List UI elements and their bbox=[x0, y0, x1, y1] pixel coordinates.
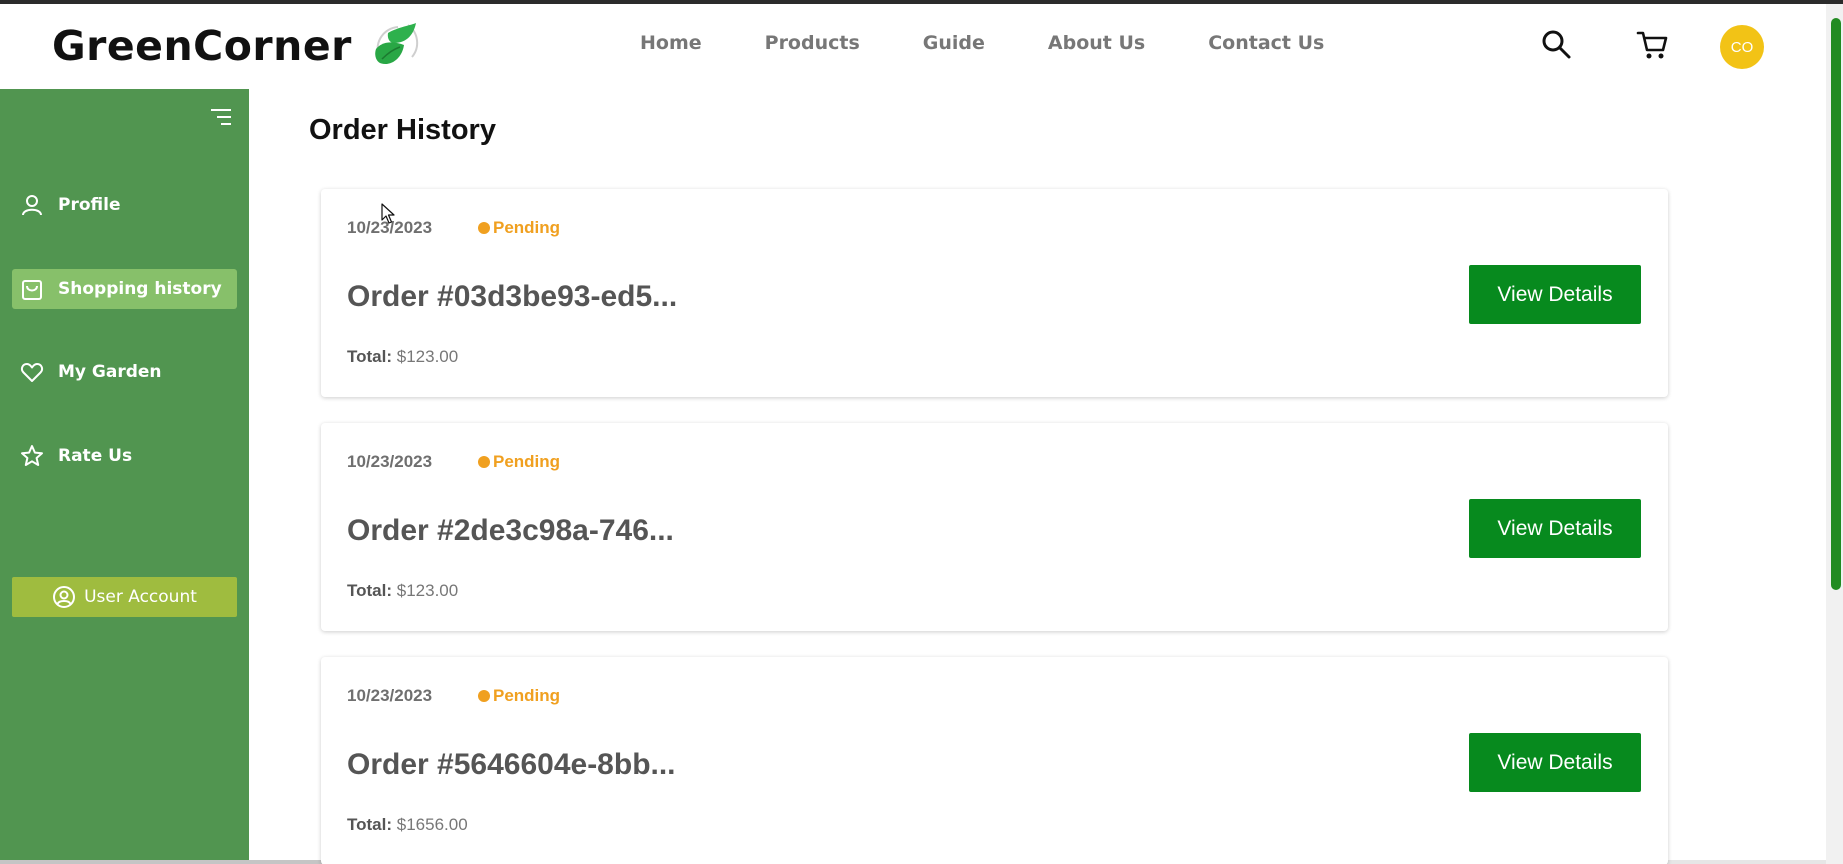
star-icon bbox=[21, 445, 43, 466]
avatar-initials: CO bbox=[1730, 38, 1754, 56]
status-dot-icon bbox=[478, 690, 490, 702]
order-date: 10/23/2023 bbox=[347, 452, 433, 471]
shopping-bag-icon bbox=[22, 280, 42, 300]
order-title: Order #2de3c98a-746... bbox=[347, 514, 674, 547]
order-title: Order #03d3be93-ed5... bbox=[347, 280, 678, 313]
status-dot-icon bbox=[478, 456, 490, 468]
status-label: Pending bbox=[493, 686, 561, 705]
order-card: 10/23/2023 Pending Order #2de3c98a-746..… bbox=[321, 423, 1668, 631]
order-total-label: Total: bbox=[347, 347, 393, 366]
order-card: 10/23/2023 Pending Order #5646604e-8bb..… bbox=[321, 657, 1668, 864]
mouse-cursor-icon bbox=[381, 203, 395, 224]
user-icon bbox=[22, 195, 42, 216]
sidebar-item-label: Rate Us bbox=[58, 446, 133, 466]
search-icon[interactable] bbox=[1540, 28, 1572, 60]
brand-name: GreenCorner bbox=[52, 22, 352, 70]
nav-link-about-us[interactable]: About Us bbox=[1048, 32, 1145, 54]
cart-icon[interactable] bbox=[1636, 28, 1670, 62]
order-total-label: Total: bbox=[347, 815, 393, 834]
hamburger-menu-icon[interactable] bbox=[209, 107, 233, 127]
status-badge: Pending bbox=[478, 452, 560, 472]
user-account-button[interactable]: User Account bbox=[12, 577, 237, 617]
order-date: 10/23/2023 bbox=[347, 686, 433, 705]
avatar[interactable]: CO bbox=[1720, 25, 1764, 69]
sidebar-item-shopping-history[interactable]: Shopping history bbox=[12, 269, 237, 309]
user-account-label: User Account bbox=[84, 587, 197, 607]
sidebar-item-profile[interactable]: Profile bbox=[12, 185, 237, 225]
sidebar-item-label: Shopping history bbox=[58, 279, 222, 299]
heart-icon bbox=[20, 363, 44, 382]
order-total-value: $123.00 bbox=[396, 581, 459, 600]
order-total-label: Total: bbox=[347, 581, 393, 600]
sidebar-item-rate-us[interactable]: Rate Us bbox=[12, 436, 237, 476]
nav-link-contact-us[interactable]: Contact Us bbox=[1208, 32, 1324, 54]
page-title: Order History bbox=[309, 114, 496, 146]
order-total-value: $123.00 bbox=[396, 347, 459, 366]
order-total: Total: $123.00 bbox=[347, 347, 458, 367]
status-label: Pending bbox=[493, 452, 561, 471]
order-total-value: $1656.00 bbox=[396, 815, 468, 834]
user-circle-icon bbox=[53, 586, 76, 608]
view-details-button[interactable]: View Details bbox=[1469, 499, 1641, 558]
nav-link-products[interactable]: Products bbox=[765, 32, 860, 54]
order-total: Total: $1656.00 bbox=[347, 815, 468, 835]
sidebar-item-my-garden[interactable]: My Garden bbox=[12, 352, 237, 392]
order-card: 10/23/2023 Pending Order #03d3be93-ed5..… bbox=[321, 189, 1668, 397]
order-total: Total: $123.00 bbox=[347, 581, 458, 601]
status-label: Pending bbox=[493, 218, 561, 237]
main-nav: Home Products Guide About Us Contact Us bbox=[640, 32, 1387, 54]
sidebar-item-label: My Garden bbox=[58, 362, 162, 382]
sidebar: Profile Shopping history My Garden Rate … bbox=[0, 89, 249, 860]
brand[interactable]: GreenCorner bbox=[52, 16, 422, 76]
vertical-scrollbar-thumb[interactable] bbox=[1831, 18, 1841, 590]
view-details-button[interactable]: View Details bbox=[1469, 265, 1641, 324]
view-details-button[interactable]: View Details bbox=[1469, 733, 1641, 792]
status-dot-icon bbox=[478, 222, 490, 234]
status-badge: Pending bbox=[478, 218, 560, 238]
main-content: Order History 10/23/2023 Pending Order #… bbox=[249, 89, 1826, 864]
nav-link-guide[interactable]: Guide bbox=[923, 32, 985, 54]
status-badge: Pending bbox=[478, 686, 560, 706]
nav-link-home[interactable]: Home bbox=[640, 32, 702, 54]
top-navbar: GreenCorner Home Products Guide About Us… bbox=[0, 4, 1826, 89]
leaf-logo-icon bbox=[375, 23, 419, 65]
order-title: Order #5646604e-8bb... bbox=[347, 748, 676, 781]
sidebar-item-label: Profile bbox=[58, 195, 121, 215]
